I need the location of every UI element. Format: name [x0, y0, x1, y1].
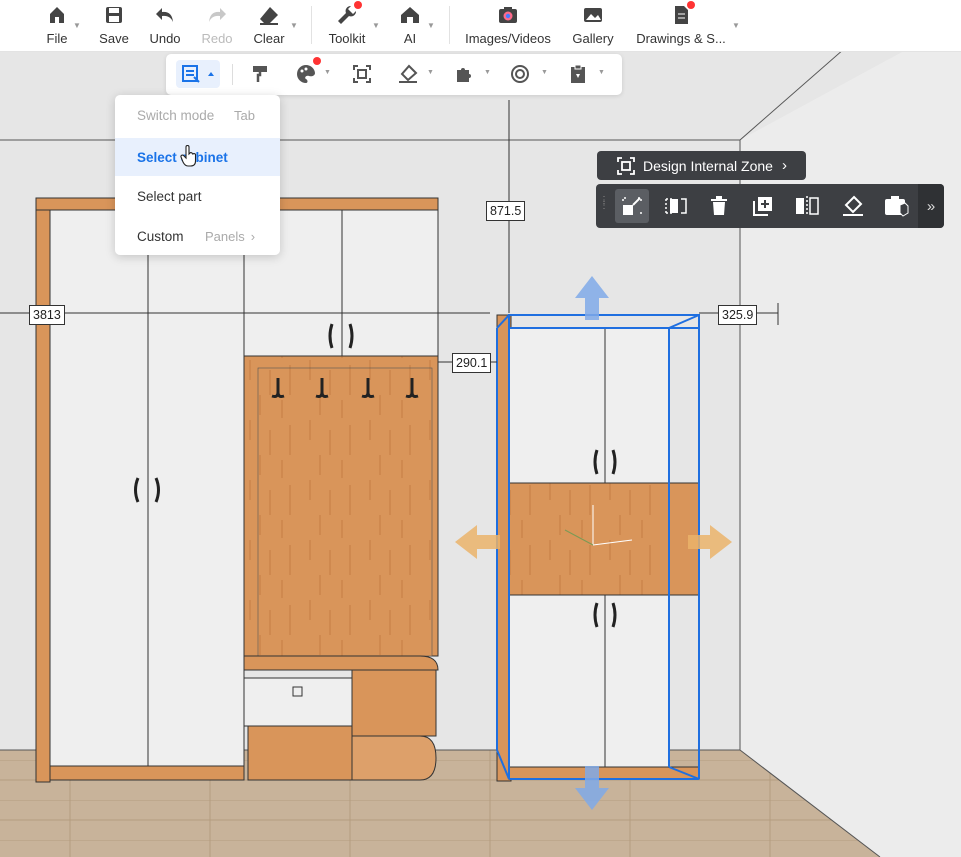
height-dimension-label: 871.5 — [486, 201, 526, 221]
gallery-button[interactable]: Gallery — [572, 4, 614, 46]
undo-icon — [154, 4, 176, 26]
toolbar-divider — [311, 6, 312, 44]
save-button[interactable]: Save — [99, 4, 129, 46]
resize-icon — [622, 197, 642, 215]
file-label: File — [46, 31, 68, 46]
select-cabinet-icon — [182, 65, 214, 83]
ai-house-icon — [399, 4, 421, 26]
delete-button[interactable] — [702, 189, 736, 223]
eraser-icon — [258, 4, 280, 26]
zone-select-button[interactable] — [348, 60, 376, 88]
undo-button[interactable]: Undo — [148, 4, 182, 46]
custom-sub-label: Panels — [205, 228, 245, 244]
toolkit-chevron-icon[interactable]: ▼ — [372, 21, 380, 30]
duplicate-button[interactable] — [746, 189, 780, 223]
clipboard-icon — [571, 64, 585, 83]
puzzle-icon — [457, 68, 471, 82]
file-button[interactable]: File — [44, 4, 70, 46]
right-gap-dimension-label: 325.9 — [718, 305, 758, 325]
split-icon — [796, 196, 819, 216]
switch-mode-header: Switch mode Tab — [115, 96, 280, 134]
cabinet-toolbar: ⋮ ⋮ — [596, 184, 944, 228]
camera-icon — [497, 4, 519, 26]
gallery-icon — [582, 4, 604, 26]
brush-chevron-icon[interactable]: ▼ — [427, 69, 434, 76]
save-icon — [103, 4, 125, 26]
drawings-button[interactable]: Drawings & S... — [634, 4, 728, 46]
chevron-right-icon: › — [250, 228, 256, 244]
redo-label: Redo — [201, 31, 233, 46]
ai-label: AI — [403, 31, 417, 46]
middle-gap-dimension-label: 290.1 — [452, 353, 492, 373]
material-chevron-icon[interactable]: ▼ — [324, 69, 331, 76]
images-videos-label: Images/Videos — [465, 31, 551, 46]
zone-icon — [617, 156, 635, 175]
material-brush-button[interactable] — [836, 189, 870, 223]
target-button[interactable] — [506, 60, 534, 88]
clear-button[interactable]: Clear — [253, 4, 285, 46]
duplicate-icon — [753, 197, 772, 216]
edit-cabinet-icon — [665, 198, 687, 214]
format-painter-button[interactable] — [246, 60, 274, 88]
main-toolbar: File ▼ Save Undo Redo Clear ▼ Toolkit ▼ — [0, 0, 961, 52]
palette-icon — [297, 64, 315, 83]
clear-chevron-icon[interactable]: ▼ — [290, 21, 298, 30]
select-part-label: Select part — [137, 188, 202, 204]
drawings-label: Drawings & S... — [636, 31, 726, 46]
toolkit-label: Toolkit — [328, 31, 366, 46]
select-mode-button[interactable] — [176, 60, 220, 88]
left-width-dimension-label: 3813 — [29, 305, 65, 325]
brush-button[interactable] — [394, 60, 422, 88]
plugin-chevron-icon[interactable]: ▼ — [484, 69, 491, 76]
zone-icon — [353, 65, 371, 83]
trash-icon — [711, 196, 727, 215]
clear-label: Clear — [253, 31, 285, 46]
drag-handle-icon[interactable]: ⋮ ⋮ — [599, 196, 609, 211]
edit-cabinet-button[interactable] — [660, 189, 694, 223]
hand-cursor-icon — [180, 145, 197, 167]
custom-item[interactable]: Custom Panels › — [115, 217, 280, 255]
images-videos-button[interactable]: Images/Videos — [464, 4, 552, 46]
select-part-item[interactable]: Select part — [115, 177, 280, 215]
gallery-label: Gallery — [572, 31, 614, 46]
paint-roller-icon — [253, 66, 267, 82]
edit-toolbar: ▼ ▼ ▼ ▼ ▼ — [166, 54, 622, 95]
render-cabinet-button[interactable] — [879, 189, 913, 223]
custom-label: Custom — [137, 228, 184, 244]
switch-mode-shortcut: Tab — [234, 107, 255, 123]
clipboard-chevron-icon[interactable]: ▼ — [598, 69, 605, 76]
subbar-divider — [232, 64, 233, 85]
save-label: Save — [99, 31, 129, 46]
target-icon — [511, 65, 529, 83]
chevron-right-icon: › — [781, 157, 787, 174]
switch-mode-label: Switch mode — [137, 107, 215, 123]
brush-icon — [399, 64, 418, 83]
ai-chevron-icon[interactable]: ▼ — [427, 21, 435, 30]
file-chevron-icon[interactable]: ▼ — [73, 21, 81, 30]
design-internal-zone-button[interactable]: Design Internal Zone › — [597, 151, 806, 180]
home-icon — [46, 4, 68, 26]
undo-label: Undo — [149, 31, 181, 46]
expand-toolbar-button[interactable]: » — [918, 184, 944, 228]
design-internal-zone-label: Design Internal Zone — [643, 157, 773, 174]
resize-button[interactable] — [615, 189, 649, 223]
select-mode-menu: Switch mode Tab Select cabinet Select pa… — [115, 95, 280, 255]
plugin-button[interactable] — [450, 60, 478, 88]
camera-cube-icon — [885, 196, 909, 217]
split-button[interactable] — [790, 189, 824, 223]
ai-button[interactable]: AI — [395, 4, 425, 46]
toolkit-button[interactable]: Toolkit — [326, 4, 368, 46]
redo-icon — [206, 4, 228, 26]
toolbar-divider — [449, 6, 450, 44]
toolkit-notification-dot — [354, 1, 362, 9]
custom-submenu-hint: Panels › — [205, 229, 255, 244]
drawings-chevron-icon[interactable]: ▼ — [732, 21, 740, 30]
clipboard-button[interactable] — [564, 60, 592, 88]
redo-button[interactable]: Redo — [201, 4, 233, 46]
brush-icon — [843, 195, 863, 216]
material-notification-dot — [313, 57, 321, 65]
target-chevron-icon[interactable]: ▼ — [541, 69, 548, 76]
drawings-notification-dot — [687, 1, 695, 9]
